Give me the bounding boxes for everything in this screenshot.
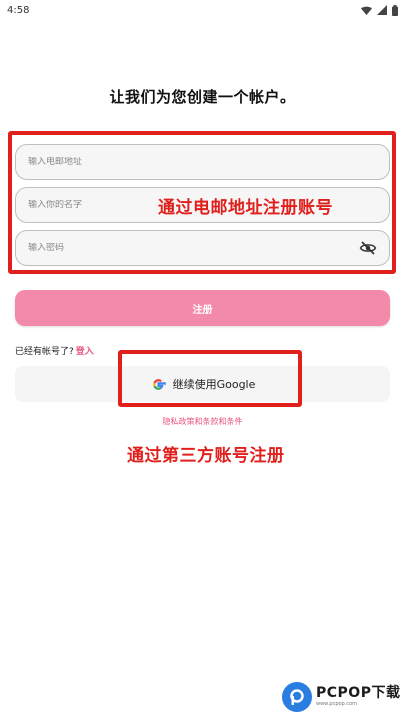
- status-icons: [361, 4, 398, 16]
- signal-icon: [377, 5, 387, 15]
- watermark-brand: PCPOP下载: [316, 685, 401, 701]
- email-registration-annotation: 通过电邮地址注册账号: [158, 198, 333, 218]
- login-prompt: 已经有帐号了? 登入: [15, 344, 94, 357]
- page-title: 让我们为您创建一个帐户。: [109, 88, 296, 106]
- watermark: PCPOP下载 www.pcpop.com: [282, 682, 400, 712]
- wifi-icon: [361, 6, 372, 15]
- pcpop-logo-icon: [282, 682, 312, 712]
- google-signin-highlight: [118, 350, 302, 407]
- third-party-registration-annotation: 通过第三方账号注册: [127, 446, 285, 466]
- battery-icon: [392, 4, 398, 16]
- watermark-sub: www.pcpop.com: [316, 701, 357, 707]
- login-prompt-text: 已经有帐号了?: [15, 347, 74, 357]
- register-button[interactable]: 注册: [15, 290, 390, 326]
- privacy-terms-link[interactable]: 隐私政策和条款和条件: [0, 416, 405, 427]
- status-bar: 4:58: [0, 0, 405, 20]
- login-link[interactable]: 登入: [76, 347, 94, 357]
- status-time: 4:58: [7, 4, 30, 16]
